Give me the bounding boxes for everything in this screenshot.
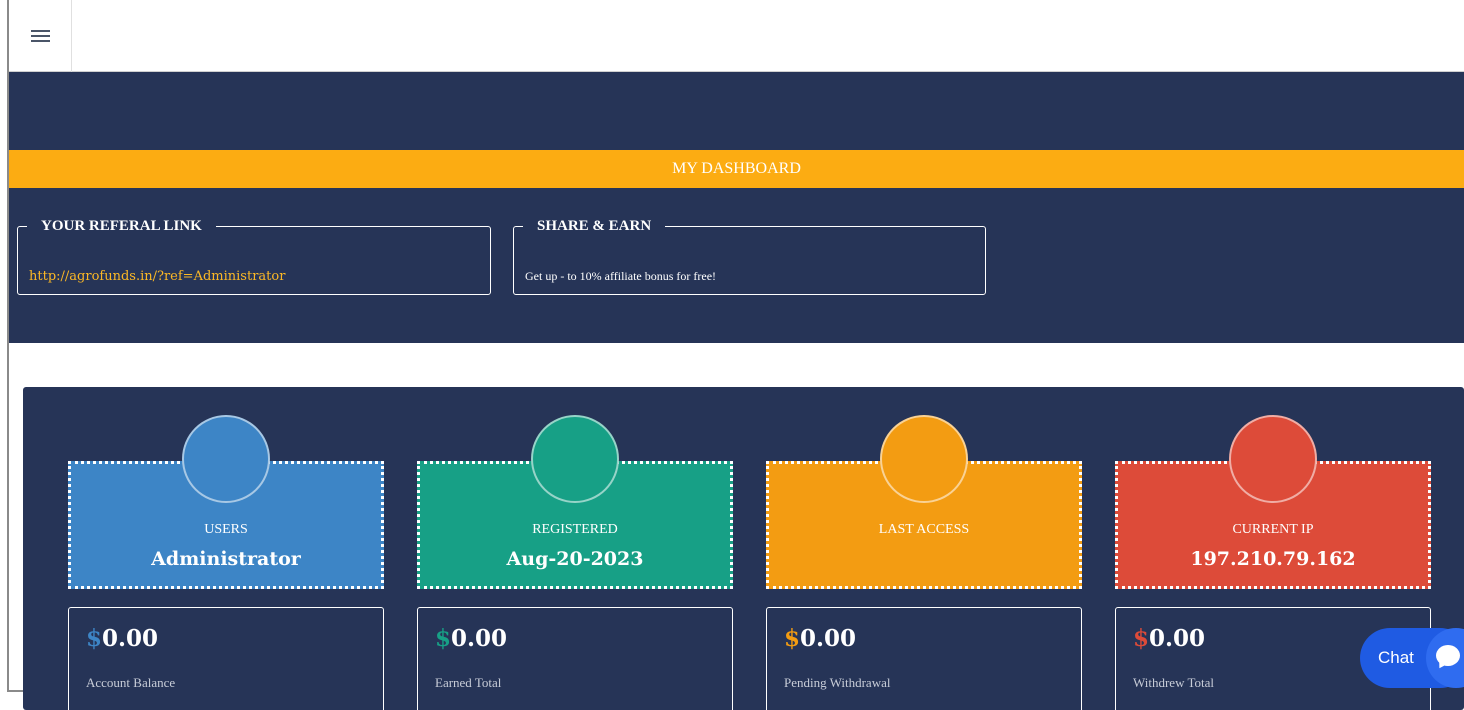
stat-value: Aug-20-2023 [506,548,644,570]
balance-amount: $0.00 [1133,625,1205,652]
currency-symbol: $ [784,625,801,652]
pending-withdrawal-card: $0.00 Pending Withdrawal [766,607,1082,710]
last-access-avatar-circle [880,415,968,503]
account-balance-card: $0.00 Account Balance [68,607,384,710]
menu-toggle-button[interactable] [9,0,72,72]
share-earn-legend: SHARE & EARN [537,218,652,234]
balance-label: Earned Total [435,675,502,690]
currency-symbol: $ [1133,625,1150,652]
currency-symbol: $ [435,625,452,652]
chat-bubble-icon [1426,628,1464,688]
current-ip-avatar-circle [1229,415,1317,503]
amount-value: 0.00 [102,625,159,652]
balance-label: Account Balance [86,675,176,690]
balance-label: Pending Withdrawal [784,675,891,690]
stat-label: USERS [204,522,248,537]
balance-amount: $0.00 [435,625,507,652]
stat-label: CURRENT IP [1232,522,1314,537]
currency-symbol: $ [86,625,103,652]
hamburger-menu-icon [30,29,50,43]
registered-avatar-circle [531,415,619,503]
dashboard-title: MY DASHBOARD [9,150,1464,188]
amount-value: 0.00 [451,625,508,652]
referral-link-box: YOUR REFERAL LINK http://agrofunds.in/?r… [17,218,491,295]
chat-button[interactable]: Chat [1360,628,1464,688]
stat-value: 197.210.79.162 [1190,548,1356,570]
users-avatar-circle [182,415,270,503]
stat-label: LAST ACCESS [878,522,970,537]
earned-total-card: $0.00 Earned Total [417,607,733,710]
top-navbar [9,0,1464,72]
chat-label: Chat [1378,648,1414,667]
balance-amount: $0.00 [784,625,856,652]
stats-panel: USERS Administrator REGISTERED Aug-20-20… [23,387,1464,710]
balance-label: Withdrew Total [1133,675,1215,690]
stat-value: Administrator [151,548,301,570]
dashboard-header-section: MY DASHBOARD YOUR REFERAL LINK http://ag… [9,72,1464,343]
balance-amount: $0.00 [86,625,158,652]
share-earn-box: SHARE & EARN Get up - to 10% affiliate b… [513,218,986,295]
stat-label: REGISTERED [532,522,618,537]
share-earn-text: Get up - to 10% affiliate bonus for free… [525,269,717,283]
amount-value: 0.00 [1149,625,1206,652]
referral-link[interactable]: http://agrofunds.in/?ref=Administrator [29,269,285,284]
amount-value: 0.00 [800,625,857,652]
referral-link-legend: YOUR REFERAL LINK [41,218,202,234]
